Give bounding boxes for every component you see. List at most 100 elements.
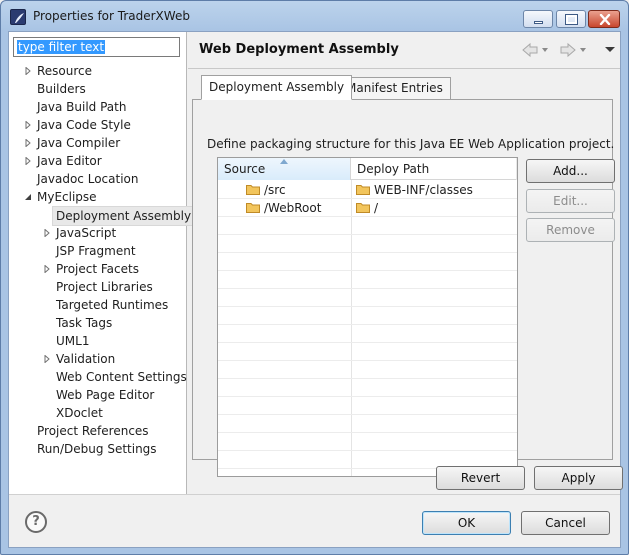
- property-page-tree: type filter text Resource Builders Java Bu…: [9, 32, 196, 494]
- apply-button[interactable]: Apply: [534, 466, 623, 490]
- tree-item[interactable]: JSP Fragment: [9, 242, 185, 260]
- back-menu-chevron-icon[interactable]: [542, 48, 548, 52]
- forward-menu-chevron-icon[interactable]: [580, 48, 586, 52]
- empty-row: [218, 307, 517, 325]
- tree-item-label: Java Build Path: [37, 100, 127, 114]
- tree-item[interactable]: XDoclet: [9, 404, 185, 422]
- source-text: /src: [264, 183, 286, 197]
- tab-manifest-entries[interactable]: Manifest Entries: [338, 77, 451, 99]
- revert-button[interactable]: Revert: [436, 466, 525, 490]
- tree-item[interactable]: Run/Debug Settings: [9, 440, 185, 458]
- tree-item[interactable]: Java Build Path: [9, 98, 185, 116]
- tree-item-label: Run/Debug Settings: [37, 442, 157, 456]
- tree-item[interactable]: Javadoc Location: [9, 170, 185, 188]
- forward-arrow-icon[interactable]: [560, 42, 576, 58]
- deploy-path-cell: /: [356, 199, 378, 217]
- tree-item-label: Project Facets: [56, 262, 139, 276]
- history-nav: [521, 41, 616, 59]
- tree-item[interactable]: Resource: [9, 62, 185, 80]
- tree-item[interactable]: Java Compiler: [9, 134, 185, 152]
- tree-item[interactable]: Deployment Assembly: [9, 206, 196, 226]
- ok-button[interactable]: OK: [422, 511, 511, 535]
- edit-button[interactable]: Edit...: [526, 189, 615, 213]
- empty-row: [218, 379, 517, 397]
- tree-item-label: Task Tags: [56, 316, 113, 330]
- table-row[interactable]: /WebRoot /: [218, 199, 517, 217]
- title-bar[interactable]: Properties for TraderXWeb: [1, 1, 628, 31]
- close-button[interactable]: [588, 10, 620, 28]
- tab-deployment-assembly[interactable]: Deployment Assembly: [201, 75, 353, 100]
- property-page: Web Deployment Assembly Deployment Assem…: [188, 32, 623, 494]
- tree-expand-icon[interactable]: [43, 355, 51, 363]
- tree-item-label: Web Content Settings: [56, 370, 187, 384]
- tree-item-label: Validation: [56, 352, 116, 366]
- maximize-icon: [565, 14, 578, 25]
- folder-icon: [356, 203, 370, 213]
- source-cell: /WebRoot: [246, 199, 321, 217]
- tree-expand-icon[interactable]: [24, 157, 32, 165]
- cancel-button[interactable]: Cancel: [521, 511, 610, 535]
- back-arrow-icon[interactable]: [522, 42, 538, 58]
- tree-item[interactable]: Validation: [9, 350, 185, 368]
- remove-button[interactable]: Remove: [526, 218, 615, 242]
- table-header: Source Deploy Path: [218, 158, 517, 180]
- tree-expand-icon[interactable]: [24, 67, 32, 75]
- tree-item[interactable]: Project Facets: [9, 260, 185, 278]
- empty-row: [218, 397, 517, 415]
- help-icon[interactable]: ?: [25, 511, 47, 533]
- tree-item[interactable]: Targeted Runtimes: [9, 296, 185, 314]
- tree-item[interactable]: Web Page Editor: [9, 386, 185, 404]
- footer-separator: [9, 494, 620, 495]
- tree-item[interactable]: UML1: [9, 332, 185, 350]
- minimize-button[interactable]: [523, 10, 553, 28]
- tree-item-label: Deployment Assembly: [52, 206, 196, 226]
- tree-expand-icon[interactable]: [43, 265, 51, 273]
- tree-collapse-icon[interactable]: [24, 193, 32, 201]
- tree-item[interactable]: Task Tags: [9, 314, 185, 332]
- tree-item[interactable]: Java Code Style: [9, 116, 185, 134]
- tree-item[interactable]: Project References: [9, 422, 185, 440]
- deploy-path-text: WEB-INF/classes: [374, 183, 473, 197]
- page-description: Define packaging structure for this Java…: [207, 137, 615, 151]
- empty-row: [218, 325, 517, 343]
- filter-input[interactable]: type filter text: [13, 37, 180, 57]
- deploy-path-cell: WEB-INF/classes: [356, 181, 473, 199]
- add-button[interactable]: Add...: [526, 159, 615, 183]
- tree-item[interactable]: MyEclipse: [9, 188, 185, 206]
- title-separator: [188, 68, 620, 69]
- tree-item-label: JSP Fragment: [56, 244, 136, 258]
- maximize-button[interactable]: [556, 10, 586, 28]
- column-header-deploy-path[interactable]: Deploy Path: [351, 158, 517, 180]
- table-row[interactable]: /src WEB-INF/classes: [218, 181, 517, 199]
- tree-item-label: Java Editor: [37, 154, 102, 168]
- empty-row: [218, 235, 517, 253]
- close-icon: [599, 14, 611, 25]
- tree-expand-icon[interactable]: [24, 121, 32, 129]
- tree-item-label: Java Code Style: [37, 118, 131, 132]
- source-text: /WebRoot: [264, 201, 322, 215]
- tree-item[interactable]: Java Editor: [9, 152, 185, 170]
- column-header-source[interactable]: Source: [218, 158, 351, 180]
- tree-item-label: Resource: [37, 64, 93, 78]
- tree-item[interactable]: Web Content Settings: [9, 368, 187, 386]
- tree-expand-icon[interactable]: [24, 139, 32, 147]
- tree-item-label: Project References: [37, 424, 149, 438]
- dialog-client-area: type filter text Resource Builders Java Bu…: [8, 31, 623, 548]
- tree-expand-icon[interactable]: [43, 229, 51, 237]
- deploy-path-text: /: [374, 201, 379, 215]
- tree-item[interactable]: JavaScript: [9, 224, 185, 242]
- view-menu-icon[interactable]: [605, 47, 615, 52]
- deployment-table[interactable]: Source Deploy Path /src WEB-INF/classes/W…: [217, 157, 518, 477]
- tree-item-label: MyEclipse: [37, 190, 97, 204]
- empty-row: [218, 433, 517, 451]
- sort-ascending-icon: [280, 159, 288, 164]
- minimize-icon: [534, 21, 543, 24]
- tree-item-label: Project Libraries: [56, 280, 153, 294]
- tree-item[interactable]: Project Libraries: [9, 278, 185, 296]
- tree-item-label: Builders: [37, 82, 86, 96]
- tree-item-label: Javadoc Location: [37, 172, 139, 186]
- tree-item-label: Java Compiler: [37, 136, 121, 150]
- empty-row: [218, 343, 517, 361]
- empty-row: [218, 361, 517, 379]
- tree-item[interactable]: Builders: [9, 80, 185, 98]
